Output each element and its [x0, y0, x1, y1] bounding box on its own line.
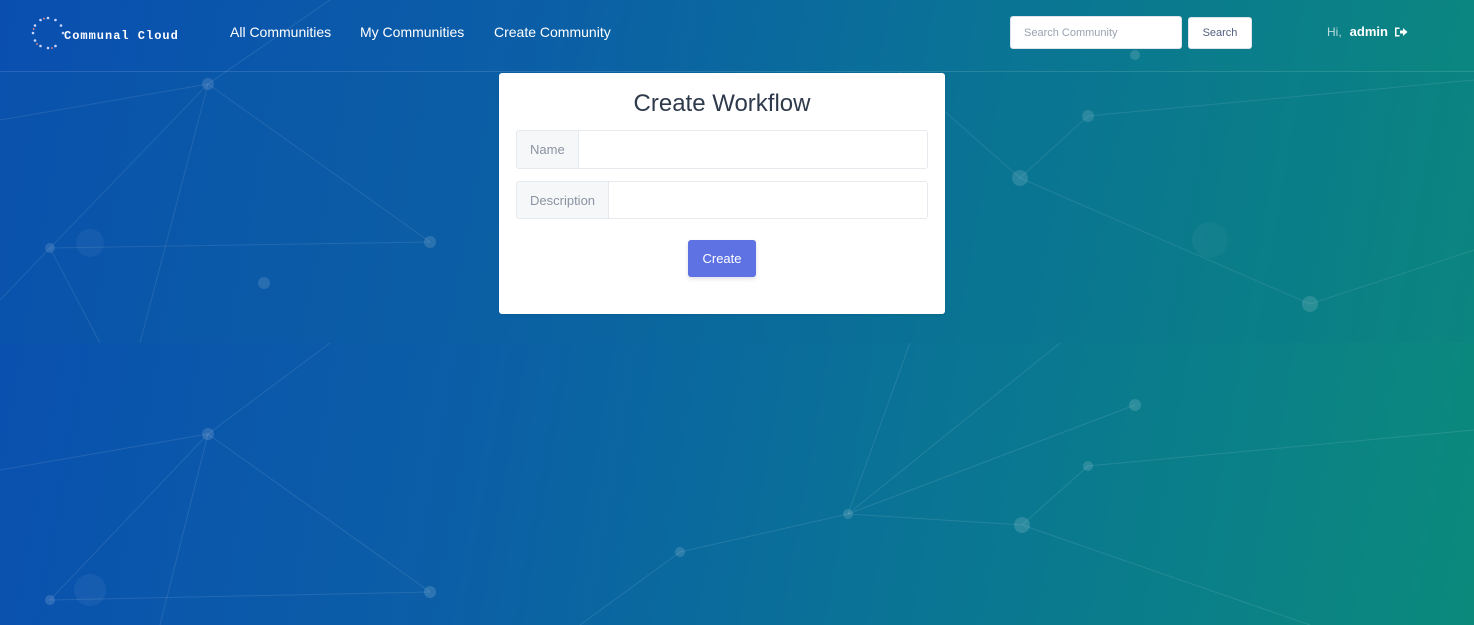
top-navbar: Communal Cloud All Communities My Commun… — [0, 0, 1474, 72]
username: admin — [1349, 24, 1388, 39]
name-label: Name — [517, 131, 579, 168]
nav-create-community[interactable]: Create Community — [494, 24, 611, 40]
description-input-group: Description — [516, 181, 928, 219]
search-button[interactable]: Search — [1188, 17, 1252, 49]
create-workflow-card: Create Workflow Name Description Create — [499, 73, 945, 314]
create-button[interactable]: Create — [688, 240, 756, 277]
page-title: Create Workflow — [633, 90, 811, 117]
logo-icon — [31, 16, 65, 50]
nav-all-communities[interactable]: All Communities — [230, 24, 331, 40]
search-input[interactable] — [1010, 16, 1182, 49]
name-field[interactable] — [578, 131, 927, 168]
greeting-text: Hi, — [1327, 24, 1342, 39]
description-label: Description — [517, 182, 610, 218]
user-menu: Hi, admin — [1327, 24, 1408, 39]
name-input-group: Name — [516, 130, 928, 169]
description-field[interactable] — [609, 182, 927, 218]
sign-out-icon[interactable] — [1394, 26, 1408, 38]
brand[interactable]: Communal Cloud — [30, 14, 179, 52]
nav-my-communities[interactable]: My Communities — [360, 24, 464, 40]
app-name: Communal Cloud — [64, 29, 179, 43]
